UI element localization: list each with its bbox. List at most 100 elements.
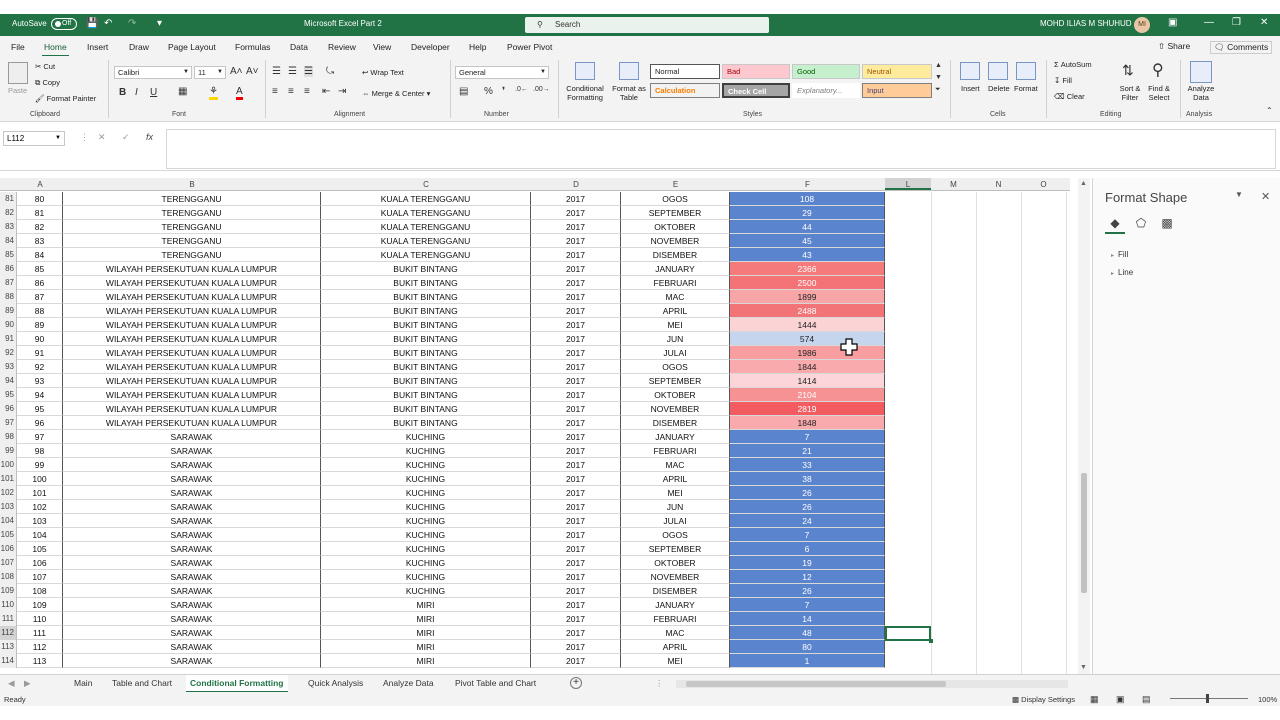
share-button[interactable]: ⇧ Share <box>1158 41 1190 52</box>
cell-b[interactable]: WILAYAH PERSEKUTUAN KUALA LUMPUR <box>63 304 321 318</box>
user-name[interactable]: MOHD ILIAS M SHUHUD <box>1040 19 1132 28</box>
tab-file[interactable]: File <box>11 42 25 52</box>
cell-b[interactable]: TERENGGANU <box>63 234 321 248</box>
tab-page-layout[interactable]: Page Layout <box>168 42 216 52</box>
cell-a[interactable]: 98 <box>17 444 63 458</box>
cell-e[interactable]: MEI <box>621 318 730 332</box>
column-header-o[interactable]: O <box>1021 180 1066 189</box>
cell-c[interactable]: MIRI <box>321 654 531 668</box>
cell-a[interactable]: 85 <box>17 262 63 276</box>
insert-function-icon[interactable]: fx <box>146 132 153 142</box>
cell-c[interactable]: BUKIT BINTANG <box>321 416 531 430</box>
cell-d[interactable]: 2017 <box>531 556 621 570</box>
cell-a[interactable]: 101 <box>17 486 63 500</box>
cell-c[interactable]: BUKIT BINTANG <box>321 262 531 276</box>
cell-e[interactable]: DISEMBER <box>621 248 730 262</box>
cell-e[interactable]: JULAI <box>621 514 730 528</box>
customize-qat-icon[interactable]: ▾ <box>157 18 162 29</box>
increase-indent-icon[interactable]: ⇥ <box>338 86 346 97</box>
cell-a[interactable]: 86 <box>17 276 63 290</box>
cell-f[interactable]: 24 <box>730 514 885 528</box>
row-header[interactable]: 97 <box>0 416 17 430</box>
cell-b[interactable]: WILAYAH PERSEKUTUAN KUALA LUMPUR <box>63 276 321 290</box>
cell-c[interactable]: KUALA TERENGGANU <box>321 192 531 206</box>
cell-e[interactable]: OGOS <box>621 528 730 542</box>
cell-a[interactable]: 97 <box>17 430 63 444</box>
worksheet-grid[interactable]: 81 80 TERENGGANU KUALA TERENGGANU 2017 OGOS 10… <box>0 192 1070 674</box>
italic-icon[interactable]: I <box>135 87 138 98</box>
cell-b[interactable]: SARAWAK <box>63 500 321 514</box>
decrease-indent-icon[interactable]: ⇤ <box>322 86 330 97</box>
cell-b[interactable]: SARAWAK <box>63 598 321 612</box>
row-header[interactable]: 99 <box>0 444 17 458</box>
cell-e[interactable]: OKTOBER <box>621 220 730 234</box>
style-calculation[interactable]: Calculation <box>650 83 720 98</box>
font-name-combo[interactable]: Calibri ▼ <box>114 66 192 79</box>
cell-d[interactable]: 2017 <box>531 262 621 276</box>
row-header[interactable]: 87 <box>0 276 17 290</box>
tab-split-icon[interactable]: ⋮ <box>655 678 664 689</box>
cell-d[interactable]: 2017 <box>531 206 621 220</box>
row-header[interactable]: 103 <box>0 500 17 514</box>
search-box[interactable]: ⚲ Search <box>525 17 769 33</box>
delete-cells-icon[interactable] <box>988 62 1008 80</box>
clear-button[interactable]: ⌫ Clear <box>1054 92 1085 101</box>
row-header[interactable]: 90 <box>0 318 17 332</box>
row-header[interactable]: 88 <box>0 290 17 304</box>
cell-f[interactable]: 1414 <box>730 374 885 388</box>
cell-f[interactable]: 2500 <box>730 276 885 290</box>
cell-b[interactable]: WILAYAH PERSEKUTUAN KUALA LUMPUR <box>63 416 321 430</box>
cell-e[interactable]: DISEMBER <box>621 416 730 430</box>
cell-c[interactable]: MIRI <box>321 612 531 626</box>
cell-e[interactable]: JANUARY <box>621 598 730 612</box>
row-header[interactable]: 83 <box>0 220 17 234</box>
avatar[interactable]: MI <box>1134 17 1150 33</box>
cell-d[interactable]: 2017 <box>531 500 621 514</box>
zoom-level[interactable]: 100% <box>1258 695 1277 704</box>
cell-e[interactable]: FEBRUARI <box>621 276 730 290</box>
cell-b[interactable]: SARAWAK <box>63 640 321 654</box>
cell-a[interactable]: 91 <box>17 346 63 360</box>
cell-e[interactable]: MAC <box>621 458 730 472</box>
orientation-icon[interactable]: ⤿ <box>326 66 334 77</box>
cell-a[interactable]: 113 <box>17 654 63 668</box>
cell-d[interactable]: 2017 <box>531 458 621 472</box>
cell-f[interactable]: 33 <box>730 458 885 472</box>
cell-a[interactable]: 95 <box>17 402 63 416</box>
cell-b[interactable]: WILAYAH PERSEKUTUAN KUALA LUMPUR <box>63 332 321 346</box>
display-settings-button[interactable]: ▩ Display Settings <box>1012 695 1075 704</box>
row-header[interactable]: 114 <box>0 654 17 668</box>
cell-d[interactable]: 2017 <box>531 290 621 304</box>
cell-f[interactable]: 2104 <box>730 388 885 402</box>
cell-e[interactable]: DISEMBER <box>621 584 730 598</box>
row-header[interactable]: 85 <box>0 248 17 262</box>
cell-a[interactable]: 84 <box>17 248 63 262</box>
cell-a[interactable]: 111 <box>17 626 63 640</box>
cell-b[interactable]: SARAWAK <box>63 626 321 640</box>
sheet-tab-conditional-formatting[interactable]: Conditional Formatting <box>186 675 288 693</box>
style-bad[interactable]: Bad <box>722 64 790 79</box>
cell-d[interactable]: 2017 <box>531 528 621 542</box>
cell-f[interactable]: 7 <box>730 430 885 444</box>
effects-icon[interactable]: ⬠ <box>1131 216 1151 234</box>
cell-b[interactable]: TERENGGANU <box>63 192 321 206</box>
tab-insert[interactable]: Insert <box>87 42 108 52</box>
row-header[interactable]: 81 <box>0 192 17 206</box>
cell-c[interactable]: MIRI <box>321 598 531 612</box>
cell-a[interactable]: 90 <box>17 332 63 346</box>
autosum-button[interactable]: Σ AutoSum <box>1054 60 1092 69</box>
cell-a[interactable]: 105 <box>17 542 63 556</box>
section-fill[interactable]: ▸ Fill <box>1111 250 1128 259</box>
undo-icon[interactable]: ↶ <box>104 18 112 29</box>
row-header[interactable]: 111 <box>0 612 17 626</box>
row-header[interactable]: 113 <box>0 640 17 654</box>
wrap-text-button[interactable]: ↩ Wrap Text <box>362 68 404 77</box>
select-all-corner[interactable] <box>0 178 17 190</box>
cell-b[interactable]: SARAWAK <box>63 612 321 626</box>
restore-icon[interactable]: ❐ <box>1232 17 1241 28</box>
cell-d[interactable]: 2017 <box>531 220 621 234</box>
row-header[interactable]: 98 <box>0 430 17 444</box>
fill-button[interactable]: ↧ Fill <box>1054 76 1072 85</box>
cell-e[interactable]: APRIL <box>621 304 730 318</box>
cell-a[interactable]: 99 <box>17 458 63 472</box>
